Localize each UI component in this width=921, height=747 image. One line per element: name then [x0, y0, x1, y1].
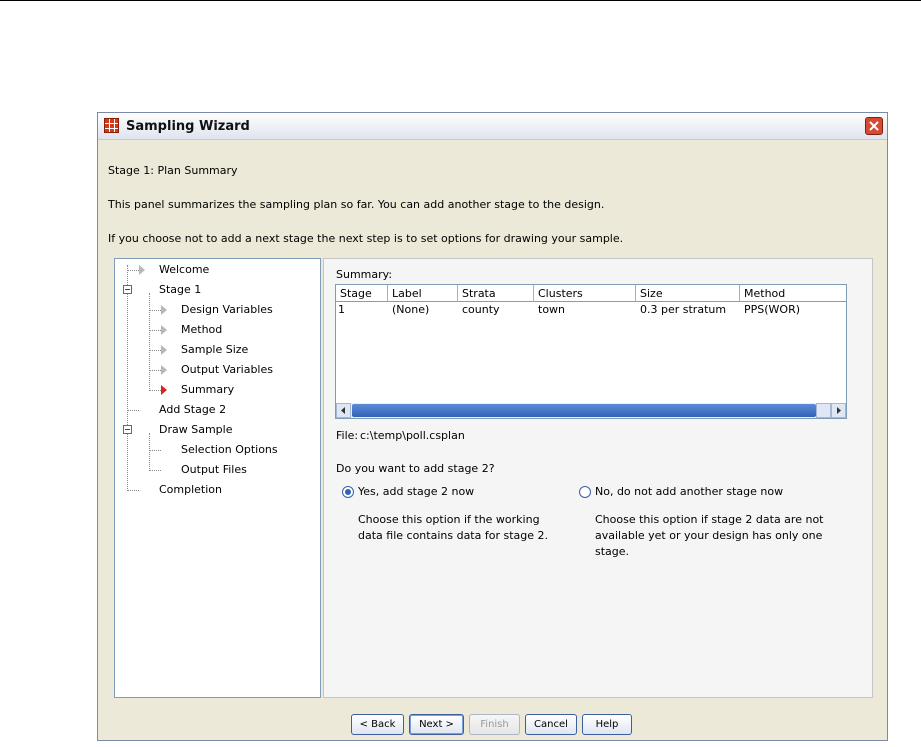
panel-heading: Stage 1: Plan Summary: [108, 164, 238, 177]
tree-connector: [127, 270, 139, 271]
tree-item-add-stage-2[interactable]: Add Stage 2: [159, 402, 226, 418]
step-arrow-icon: [161, 365, 167, 375]
yes-option-description: Choose this option if the working data f…: [358, 513, 549, 542]
collapse-toggle-icon[interactable]: [123, 425, 132, 434]
panel-description: This panel summarizes the sampling plan …: [108, 198, 605, 211]
tree-item-design-variables[interactable]: Design Variables: [181, 302, 273, 318]
tree-connector: [149, 350, 161, 351]
panel-next-step-note: If you choose not to add a next stage th…: [108, 232, 624, 245]
current-step-arrow-icon: [161, 385, 167, 395]
tree-connector: [149, 293, 150, 389]
column-header-method[interactable]: Method: [740, 285, 846, 302]
summary-label: Summary:: [336, 268, 393, 281]
add-stage-question: Do you want to add stage 2?: [336, 462, 495, 475]
back-button[interactable]: < Back: [351, 714, 404, 735]
tree-connector: [149, 450, 161, 451]
scroll-right-button[interactable]: [831, 403, 846, 418]
table-cell: 1: [338, 303, 345, 316]
tree-connector: [149, 370, 161, 371]
no-option-label[interactable]: No, do not add another stage now: [595, 485, 783, 498]
tree-connector: [127, 490, 139, 491]
sampling-wizard-dialog: Sampling Wizard Stage 1: Plan Summary Th…: [97, 112, 888, 741]
finish-button: Finish: [469, 714, 520, 735]
column-header-size[interactable]: Size: [636, 285, 740, 302]
scroll-left-button[interactable]: [336, 403, 351, 418]
tree-connector: [127, 410, 139, 411]
step-arrow-icon: [161, 325, 167, 335]
tree-item-draw-sample[interactable]: Draw Sample: [159, 422, 232, 438]
spss-grid-icon: [104, 118, 119, 133]
title-bar[interactable]: Sampling Wizard: [98, 113, 887, 140]
tree-connector: [149, 330, 161, 331]
no-option-description: Choose this option if stage 2 data are n…: [595, 513, 824, 558]
table-cell: PPS(WOR): [744, 303, 801, 316]
tree-item-output-variables[interactable]: Output Variables: [181, 362, 273, 378]
tree-item-selection-options[interactable]: Selection Options: [181, 442, 278, 458]
tree-item-completion[interactable]: Completion: [159, 482, 222, 498]
page-top-rule: [0, 0, 921, 1]
tree-item-stage-1[interactable]: Stage 1: [159, 282, 201, 298]
tree-connector: [149, 470, 161, 471]
next-button[interactable]: Next >: [409, 714, 464, 735]
horizontal-scrollbar[interactable]: [336, 403, 846, 418]
close-button[interactable]: [865, 117, 883, 135]
table-cell: 0.3 per stratum: [640, 303, 727, 316]
scroll-left-icon: [341, 407, 345, 414]
column-header-strata[interactable]: Strata: [458, 285, 534, 302]
tree-item-method[interactable]: Method: [181, 322, 222, 338]
tree-item-summary[interactable]: Summary: [181, 382, 234, 398]
no-radio[interactable]: [579, 486, 591, 498]
yes-radio[interactable]: [342, 486, 354, 498]
step-arrow-icon: [161, 305, 167, 315]
column-header-clusters[interactable]: Clusters: [534, 285, 636, 302]
wizard-step-tree[interactable]: Welcome Stage 1 Design Variables Method …: [114, 258, 321, 698]
step-arrow-icon: [161, 345, 167, 355]
tree-connector: [127, 265, 128, 489]
tree-connector: [149, 390, 161, 391]
file-label: File:: [336, 429, 359, 442]
table-cell: county: [462, 303, 500, 316]
yes-option-label[interactable]: Yes, add stage 2 now: [358, 485, 474, 498]
tree-connector: [149, 310, 161, 311]
window-title: Sampling Wizard: [126, 119, 250, 134]
cancel-button[interactable]: Cancel: [525, 714, 577, 735]
column-header-label[interactable]: Label: [388, 285, 458, 302]
collapse-toggle-icon[interactable]: [123, 285, 132, 294]
tree-connector: [149, 433, 150, 469]
table-cell: (None): [392, 303, 430, 316]
scroll-right-icon: [837, 407, 841, 414]
help-button[interactable]: Help: [582, 714, 632, 735]
tree-item-sample-size[interactable]: Sample Size: [181, 342, 248, 358]
step-arrow-icon: [139, 265, 145, 275]
scroll-thumb[interactable]: [352, 404, 816, 417]
tree-item-output-files[interactable]: Output Files: [181, 462, 247, 478]
tree-item-welcome[interactable]: Welcome: [159, 262, 209, 278]
column-header-stage[interactable]: Stage: [336, 285, 388, 302]
table-cell: town: [538, 303, 566, 316]
close-icon: [869, 121, 879, 131]
summary-table[interactable]: Stage Label Strata Clusters Size Method …: [335, 284, 847, 419]
file-path: c:\temp\poll.csplan: [360, 429, 465, 442]
scroll-box[interactable]: [816, 403, 831, 418]
